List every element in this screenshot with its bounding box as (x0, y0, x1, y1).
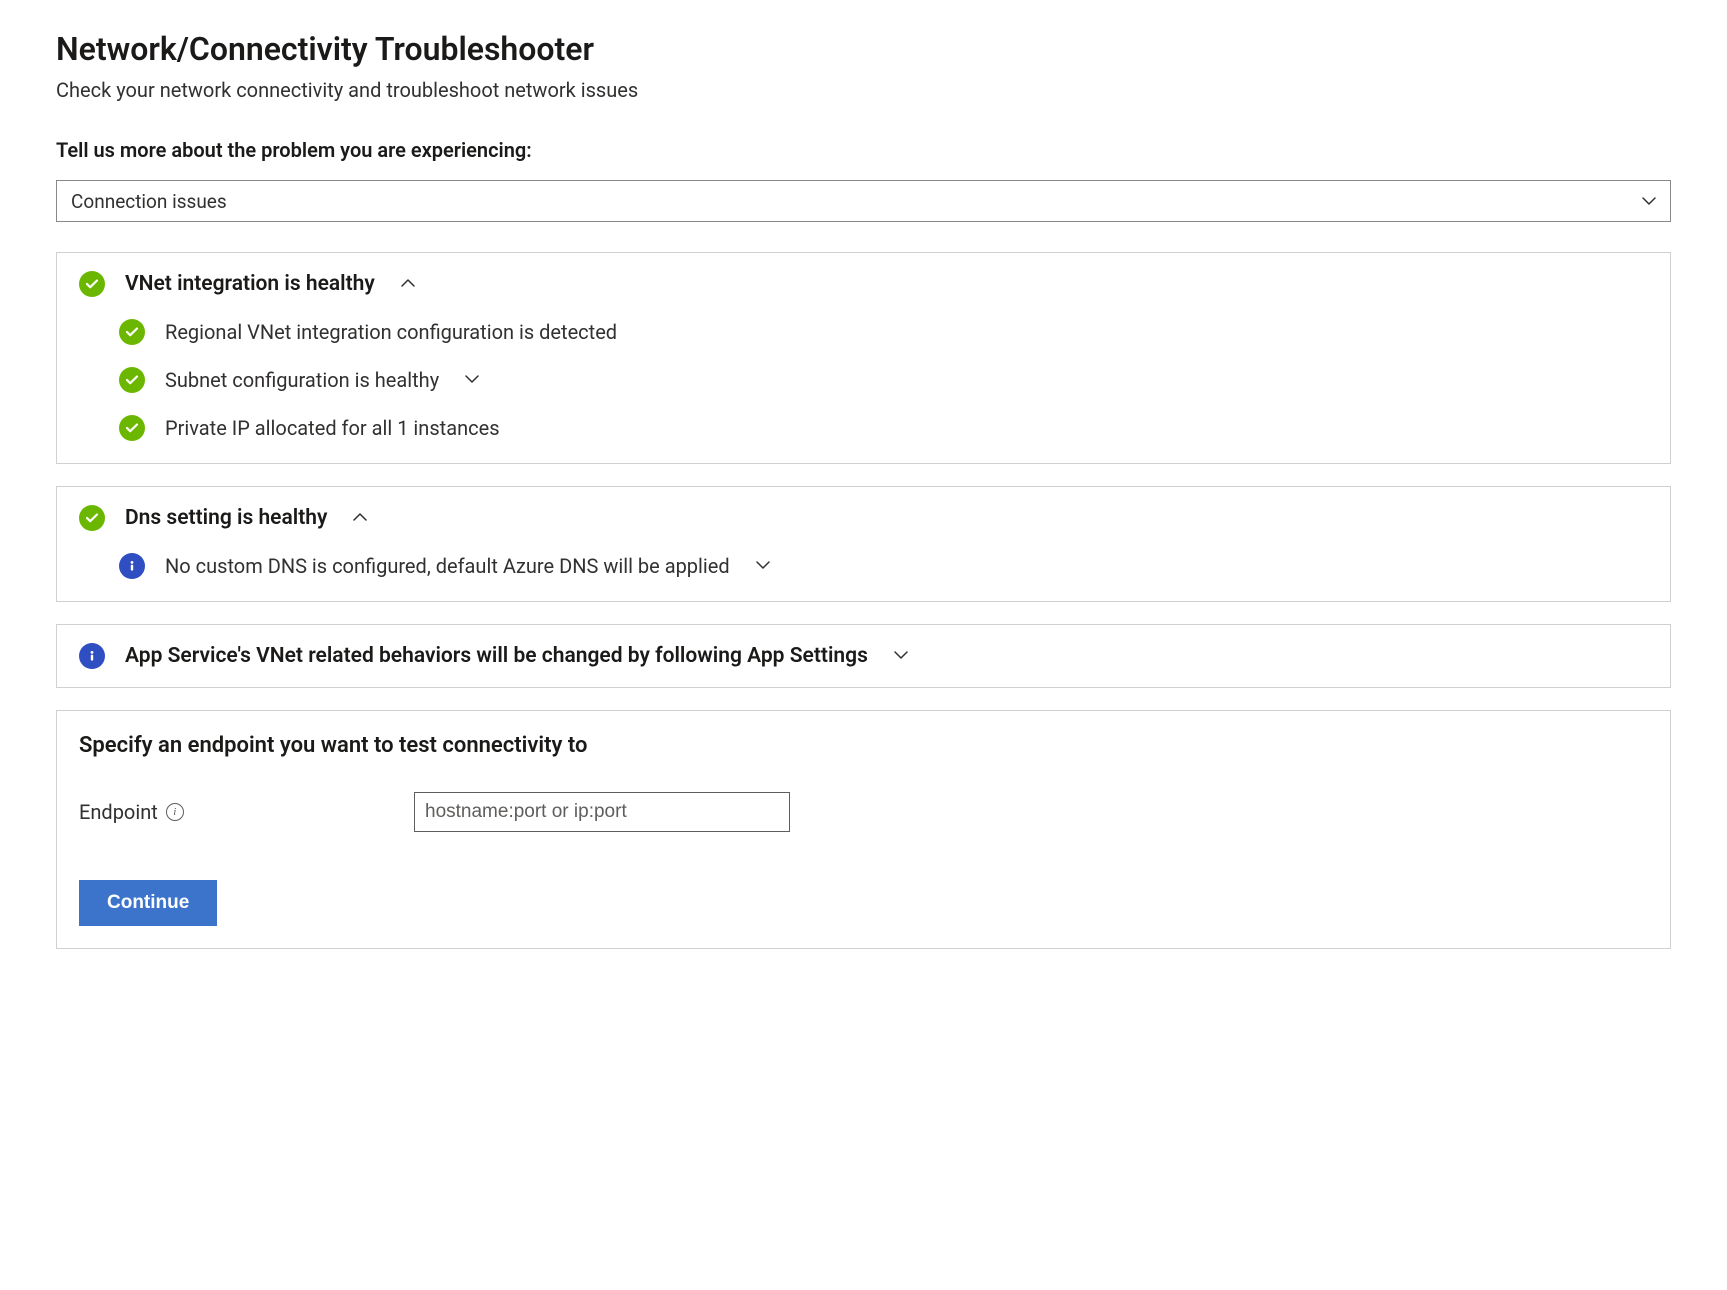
vnet-item-privateip-text: Private IP allocated for all 1 instances (165, 416, 500, 440)
vnet-panel-header[interactable]: VNet integration is healthy (79, 271, 1648, 297)
check-icon (119, 319, 145, 345)
app-settings-title: App Service's VNet related behaviors wil… (125, 644, 868, 668)
vnet-item-regional-text: Regional VNet integration configuration … (165, 320, 617, 344)
problem-prompt-label: Tell us more about the problem you are e… (56, 138, 1671, 162)
info-icon (79, 643, 105, 669)
page-title: Network/Connectivity Troubleshooter (56, 30, 1671, 68)
chevron-up-icon (401, 275, 415, 294)
problem-select-value: Connection issues (71, 190, 227, 213)
vnet-item-regional: Regional VNet integration configuration … (119, 319, 1648, 345)
problem-select[interactable]: Connection issues (56, 180, 1671, 222)
chevron-down-icon (1642, 190, 1656, 213)
chevron-down-icon (465, 371, 479, 390)
continue-button[interactable]: Continue (79, 880, 217, 926)
vnet-panel-title: VNet integration is healthy (125, 272, 375, 296)
app-settings-panel: App Service's VNet related behaviors wil… (56, 624, 1671, 688)
dns-item-nocustom[interactable]: No custom DNS is configured, default Azu… (119, 553, 1648, 579)
endpoint-panel: Specify an endpoint you want to test con… (56, 710, 1671, 949)
dns-panel-title: Dns setting is healthy (125, 506, 327, 530)
chevron-up-icon (353, 509, 367, 528)
chevron-down-icon (894, 647, 908, 666)
endpoint-title: Specify an endpoint you want to test con… (79, 733, 1648, 758)
check-icon (119, 415, 145, 441)
vnet-item-subnet-text: Subnet configuration is healthy (165, 368, 439, 392)
chevron-down-icon (756, 557, 770, 576)
endpoint-input[interactable] (414, 792, 790, 832)
dns-item-nocustom-text: No custom DNS is configured, default Azu… (165, 554, 730, 578)
app-settings-header[interactable]: App Service's VNet related behaviors wil… (79, 643, 1648, 669)
endpoint-label: Endpoint (79, 800, 158, 824)
check-icon (79, 505, 105, 531)
dns-panel-header[interactable]: Dns setting is healthy (79, 505, 1648, 531)
vnet-panel: VNet integration is healthy Regional VNe… (56, 252, 1671, 464)
check-icon (119, 367, 145, 393)
dns-panel: Dns setting is healthy No custom DNS is … (56, 486, 1671, 602)
info-icon (119, 553, 145, 579)
vnet-item-privateip: Private IP allocated for all 1 instances (119, 415, 1648, 441)
check-icon (79, 271, 105, 297)
page-subtitle: Check your network connectivity and trou… (56, 78, 1671, 102)
info-outline-icon[interactable]: i (166, 803, 184, 821)
vnet-item-subnet[interactable]: Subnet configuration is healthy (119, 367, 1648, 393)
